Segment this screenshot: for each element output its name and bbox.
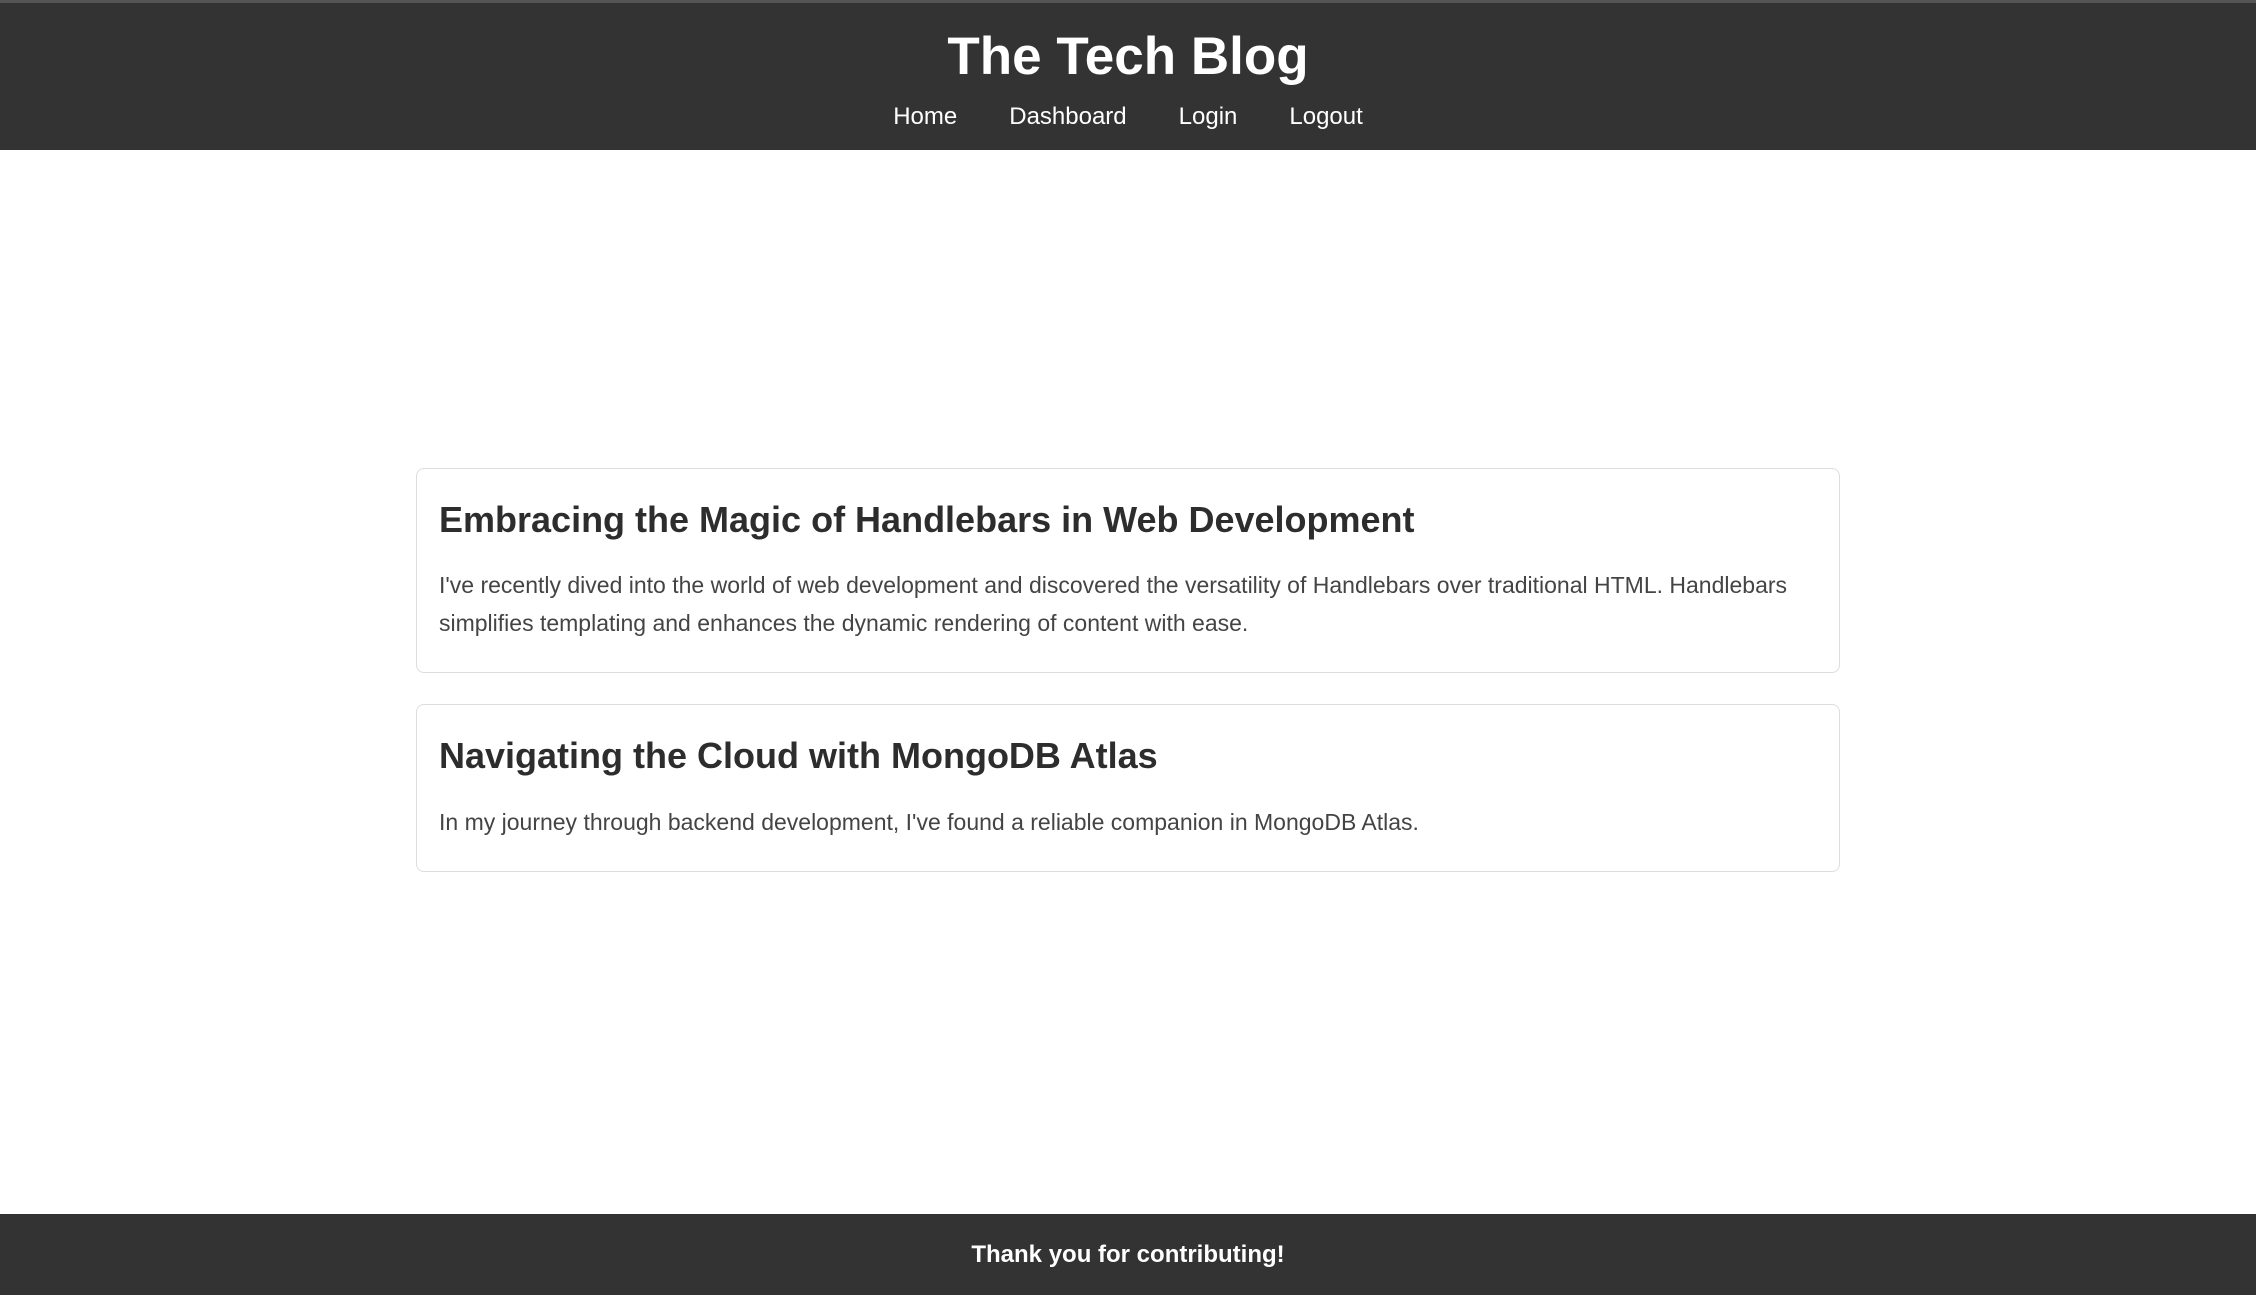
nav-link-logout[interactable]: Logout [1263, 103, 1388, 131]
post-body: I've recently dived into the world of we… [439, 572, 1788, 637]
main-nav: Home Dashboard Login Logout [867, 103, 1389, 131]
nav-link-login[interactable]: Login [1153, 103, 1264, 131]
post-list: Embracing the Magic of Handlebars in Web… [416, 468, 1840, 903]
post-card[interactable]: Embracing the Magic of Handlebars in Web… [416, 468, 1840, 674]
post-card[interactable]: Navigating the Cloud with MongoDB Atlas … [416, 704, 1840, 872]
main-content: Embracing the Magic of Handlebars in Web… [0, 150, 2256, 1214]
post-title[interactable]: Navigating the Cloud with MongoDB Atlas [439, 735, 1817, 776]
site-header: The Tech Blog Home Dashboard Login Logou… [0, 0, 2256, 150]
footer-text: Thank you for contributing! [971, 1240, 1285, 1268]
nav-link-home[interactable]: Home [867, 103, 983, 131]
post-title[interactable]: Embracing the Magic of Handlebars in Web… [439, 499, 1817, 540]
site-footer: Thank you for contributing! [0, 1214, 2256, 1295]
nav-link-dashboard[interactable]: Dashboard [983, 103, 1152, 131]
page: The Tech Blog Home Dashboard Login Logou… [0, 0, 2256, 1295]
post-body: In my journey through backend developmen… [439, 808, 1419, 835]
site-title: The Tech Blog [947, 27, 1309, 86]
